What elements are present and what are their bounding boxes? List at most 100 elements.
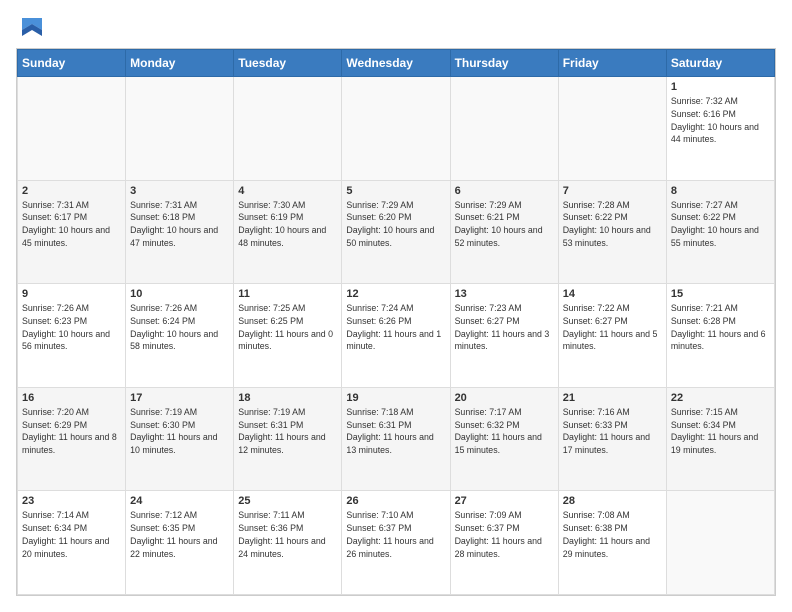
day-number: 25 [238, 495, 337, 507]
day-number: 2 [22, 185, 121, 197]
calendar-cell: 12 Sunrise: 7:24 AMSunset: 6:26 PMDayligh… [342, 284, 450, 388]
calendar-cell: 7 Sunrise: 7:28 AMSunset: 6:22 PMDaylight… [558, 180, 666, 284]
calendar-cell: 20 Sunrise: 7:17 AMSunset: 6:32 PMDayligh… [450, 387, 558, 491]
day-info: Sunrise: 7:08 AMSunset: 6:38 PMDaylight:… [563, 509, 662, 560]
day-info: Sunrise: 7:22 AMSunset: 6:27 PMDaylight:… [563, 302, 662, 353]
calendar-cell: 16Sunrise: 7:20 AMSunset: 6:29 PMDayligh… [18, 387, 126, 491]
header-day-friday: Friday [558, 50, 666, 77]
day-number: 17 [130, 392, 229, 404]
day-info: Sunrise: 7:32 AMSunset: 6:16 PMDaylight:… [671, 95, 770, 146]
calendar-cell [18, 77, 126, 181]
day-number: 5 [346, 185, 445, 197]
day-number: 9 [22, 288, 121, 300]
calendar-cell: 14 Sunrise: 7:22 AMSunset: 6:27 PMDayligh… [558, 284, 666, 388]
calendar-cell: 8 Sunrise: 7:27 AMSunset: 6:22 PMDaylight… [666, 180, 774, 284]
day-number: 18 [238, 392, 337, 404]
logo-icon [18, 16, 46, 38]
calendar-cell: 25 Sunrise: 7:11 AMSunset: 6:36 PMDayligh… [234, 491, 342, 595]
day-info: Sunrise: 7:10 AMSunset: 6:37 PMDaylight:… [346, 509, 445, 560]
calendar-cell: 9 Sunrise: 7:26 AMSunset: 6:23 PMDaylight… [18, 284, 126, 388]
day-number: 8 [671, 185, 770, 197]
day-info: Sunrise: 7:26 AMSunset: 6:24 PMDaylight:… [130, 302, 229, 353]
calendar-cell: 24 Sunrise: 7:12 AMSunset: 6:35 PMDayligh… [126, 491, 234, 595]
calendar-cell [450, 77, 558, 181]
day-number: 3 [130, 185, 229, 197]
day-info: Sunrise: 7:20 AMSunset: 6:29 PMDaylight:… [22, 406, 121, 457]
calendar-cell: 28 Sunrise: 7:08 AMSunset: 6:38 PMDayligh… [558, 491, 666, 595]
header-day-saturday: Saturday [666, 50, 774, 77]
calendar-cell: 23 Sunrise: 7:14 AMSunset: 6:34 PMDayligh… [18, 491, 126, 595]
day-info: Sunrise: 7:30 AMSunset: 6:19 PMDaylight:… [238, 199, 337, 250]
day-number: 10 [130, 288, 229, 300]
day-info: Sunrise: 7:11 AMSunset: 6:36 PMDaylight:… [238, 509, 337, 560]
calendar-cell: 17 Sunrise: 7:19 AMSunset: 6:30 PMDayligh… [126, 387, 234, 491]
day-info: Sunrise: 7:21 AMSunset: 6:28 PMDaylight:… [671, 302, 770, 353]
day-info: Sunrise: 7:31 AMSunset: 6:17 PMDaylight:… [22, 199, 121, 250]
logo [16, 16, 46, 38]
calendar-cell: 19 Sunrise: 7:18 AMSunset: 6:31 PMDayligh… [342, 387, 450, 491]
day-info: Sunrise: 7:31 AMSunset: 6:18 PMDaylight:… [130, 199, 229, 250]
calendar-cell [666, 491, 774, 595]
calendar-cell: 2 Sunrise: 7:31 AMSunset: 6:17 PMDaylight… [18, 180, 126, 284]
calendar-week-row: 23 Sunrise: 7:14 AMSunset: 6:34 PMDayligh… [18, 491, 775, 595]
day-info: Sunrise: 7:17 AMSunset: 6:32 PMDaylight:… [455, 406, 554, 457]
calendar-week-row: 16Sunrise: 7:20 AMSunset: 6:29 PMDayligh… [18, 387, 775, 491]
day-number: 14 [563, 288, 662, 300]
day-info: Sunrise: 7:09 AMSunset: 6:37 PMDaylight:… [455, 509, 554, 560]
calendar-cell [234, 77, 342, 181]
calendar-cell: 11 Sunrise: 7:25 AMSunset: 6:25 PMDayligh… [234, 284, 342, 388]
day-info: Sunrise: 7:12 AMSunset: 6:35 PMDaylight:… [130, 509, 229, 560]
day-info: Sunrise: 7:24 AMSunset: 6:26 PMDaylight:… [346, 302, 445, 353]
day-info: Sunrise: 7:27 AMSunset: 6:22 PMDaylight:… [671, 199, 770, 250]
day-info: Sunrise: 7:16 AMSunset: 6:33 PMDaylight:… [563, 406, 662, 457]
day-number: 28 [563, 495, 662, 507]
calendar-cell: 27 Sunrise: 7:09 AMSunset: 6:37 PMDayligh… [450, 491, 558, 595]
day-info: Sunrise: 7:29 AMSunset: 6:21 PMDaylight:… [455, 199, 554, 250]
day-number: 7 [563, 185, 662, 197]
day-number: 6 [455, 185, 554, 197]
day-number: 15 [671, 288, 770, 300]
day-number: 23 [22, 495, 121, 507]
day-info: Sunrise: 7:15 AMSunset: 6:34 PMDaylight:… [671, 406, 770, 457]
day-number: 1 [671, 81, 770, 93]
calendar-cell [342, 77, 450, 181]
calendar-cell [126, 77, 234, 181]
day-number: 19 [346, 392, 445, 404]
day-number: 20 [455, 392, 554, 404]
header [16, 16, 776, 38]
calendar-cell: 18 Sunrise: 7:19 AMSunset: 6:31 PMDayligh… [234, 387, 342, 491]
calendar-cell [558, 77, 666, 181]
day-number: 27 [455, 495, 554, 507]
day-number: 13 [455, 288, 554, 300]
calendar-cell: 21 Sunrise: 7:16 AMSunset: 6:33 PMDayligh… [558, 387, 666, 491]
calendar-cell: 6 Sunrise: 7:29 AMSunset: 6:21 PMDaylight… [450, 180, 558, 284]
calendar-header-row: SundayMondayTuesdayWednesdayThursdayFrid… [18, 50, 775, 77]
calendar-week-row: 2 Sunrise: 7:31 AMSunset: 6:17 PMDaylight… [18, 180, 775, 284]
day-number: 11 [238, 288, 337, 300]
day-info: Sunrise: 7:19 AMSunset: 6:30 PMDaylight:… [130, 406, 229, 457]
day-info: Sunrise: 7:19 AMSunset: 6:31 PMDaylight:… [238, 406, 337, 457]
header-day-tuesday: Tuesday [234, 50, 342, 77]
day-number: 21 [563, 392, 662, 404]
calendar-cell: 22Sunrise: 7:15 AMSunset: 6:34 PMDayligh… [666, 387, 774, 491]
calendar-cell: 15 Sunrise: 7:21 AMSunset: 6:28 PMDayligh… [666, 284, 774, 388]
calendar-cell: 13Sunrise: 7:23 AMSunset: 6:27 PMDayligh… [450, 284, 558, 388]
day-info: Sunrise: 7:28 AMSunset: 6:22 PMDaylight:… [563, 199, 662, 250]
day-number: 24 [130, 495, 229, 507]
day-info: Sunrise: 7:14 AMSunset: 6:34 PMDaylight:… [22, 509, 121, 560]
day-info: Sunrise: 7:25 AMSunset: 6:25 PMDaylight:… [238, 302, 337, 353]
day-number: 12 [346, 288, 445, 300]
calendar: SundayMondayTuesdayWednesdayThursdayFrid… [16, 48, 776, 596]
calendar-cell: 1 Sunrise: 7:32 AMSunset: 6:16 PMDaylight… [666, 77, 774, 181]
calendar-week-row: 9 Sunrise: 7:26 AMSunset: 6:23 PMDaylight… [18, 284, 775, 388]
calendar-week-row: 1 Sunrise: 7:32 AMSunset: 6:16 PMDaylight… [18, 77, 775, 181]
calendar-cell: 3 Sunrise: 7:31 AMSunset: 6:18 PMDaylight… [126, 180, 234, 284]
day-info: Sunrise: 7:26 AMSunset: 6:23 PMDaylight:… [22, 302, 121, 353]
calendar-cell: 10 Sunrise: 7:26 AMSunset: 6:24 PMDayligh… [126, 284, 234, 388]
header-day-monday: Monday [126, 50, 234, 77]
header-day-thursday: Thursday [450, 50, 558, 77]
header-day-wednesday: Wednesday [342, 50, 450, 77]
calendar-table: SundayMondayTuesdayWednesdayThursdayFrid… [17, 49, 775, 595]
header-day-sunday: Sunday [18, 50, 126, 77]
day-info: Sunrise: 7:18 AMSunset: 6:31 PMDaylight:… [346, 406, 445, 457]
